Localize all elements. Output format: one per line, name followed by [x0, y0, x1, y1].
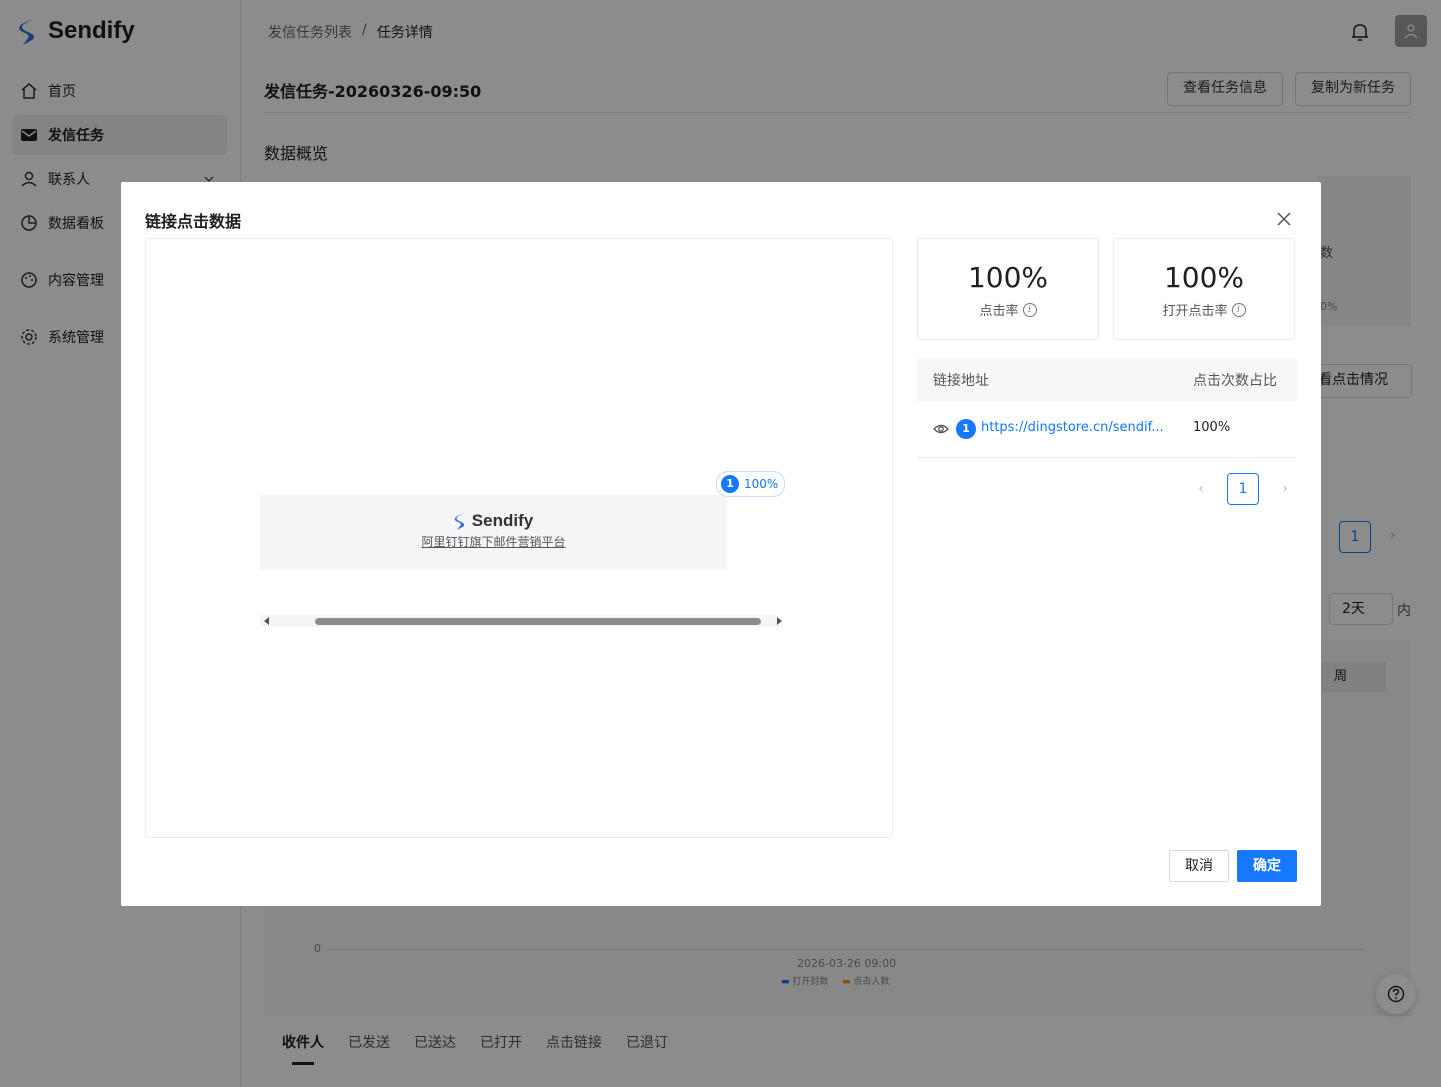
open-click-rate-value: 100% [1163, 261, 1245, 294]
link-url[interactable]: https://dingstore.cn/sendif... [981, 420, 1164, 435]
stat-label-text: 点击率 [979, 304, 1019, 319]
email-tracked-link[interactable]: 阿里钉钉旗下邮件营销平台 [260, 533, 727, 550]
horizontal-scrollbar[interactable] [260, 615, 782, 627]
table-row: 1 https://dingstore.cn/sendif... 100% [917, 401, 1297, 458]
close-icon[interactable] [1274, 209, 1294, 229]
link-click-percent: 100% [744, 477, 779, 491]
cancel-button[interactable]: 取消 [1169, 850, 1229, 882]
page-1[interactable]: 1 [1227, 473, 1259, 505]
open-click-rate-card: 100% 打开点击率 i [1113, 238, 1295, 340]
scrollbar-thumb[interactable] [315, 618, 761, 625]
email-preview: Sendify 阿里钉钉旗下邮件营销平台 1 100% [145, 238, 893, 838]
stat-label-text: 打开点击率 [1162, 304, 1228, 319]
email-footer-block: Sendify 阿里钉钉旗下邮件营销平台 [260, 495, 727, 570]
click-rate-card: 100% 点击率 i [917, 238, 1099, 340]
link-number-badge: 1 [721, 475, 739, 493]
link-click-modal: 链接点击数据 Sendify 阿里钉钉旗下邮件营销平台 1 100% 100% … [121, 182, 1321, 906]
info-icon[interactable]: i [1022, 302, 1037, 317]
click-ratio-value: 100% [1193, 420, 1231, 435]
scroll-left-icon[interactable] [264, 617, 269, 625]
pagination: ‹ 1 › [1185, 473, 1301, 505]
link-click-badge: 1 100% [716, 471, 786, 497]
modal-title: 链接点击数据 [145, 212, 242, 231]
table-header: 链接地址 点击次数占比 [917, 358, 1297, 401]
click-rate-value: 100% [967, 261, 1049, 294]
click-rate-label: 点击率 i [918, 300, 1098, 319]
link-number-badge: 1 [956, 419, 976, 439]
column-header-ratio: 点击次数占比 [1193, 373, 1277, 389]
chevron-left-icon[interactable]: ‹ [1185, 473, 1217, 505]
confirm-button[interactable]: 确定 [1237, 850, 1297, 882]
chevron-right-icon[interactable]: › [1269, 473, 1301, 505]
info-icon[interactable]: i [1231, 302, 1246, 317]
column-header-url: 链接地址 [933, 373, 989, 389]
scroll-right-icon[interactable] [777, 617, 782, 625]
sendify-logo-icon [454, 512, 464, 530]
open-click-rate-label: 打开点击率 i [1114, 300, 1294, 319]
email-logo: Sendify [260, 511, 727, 531]
email-logo-text: Sendify [471, 511, 534, 530]
eye-icon[interactable] [933, 421, 949, 437]
